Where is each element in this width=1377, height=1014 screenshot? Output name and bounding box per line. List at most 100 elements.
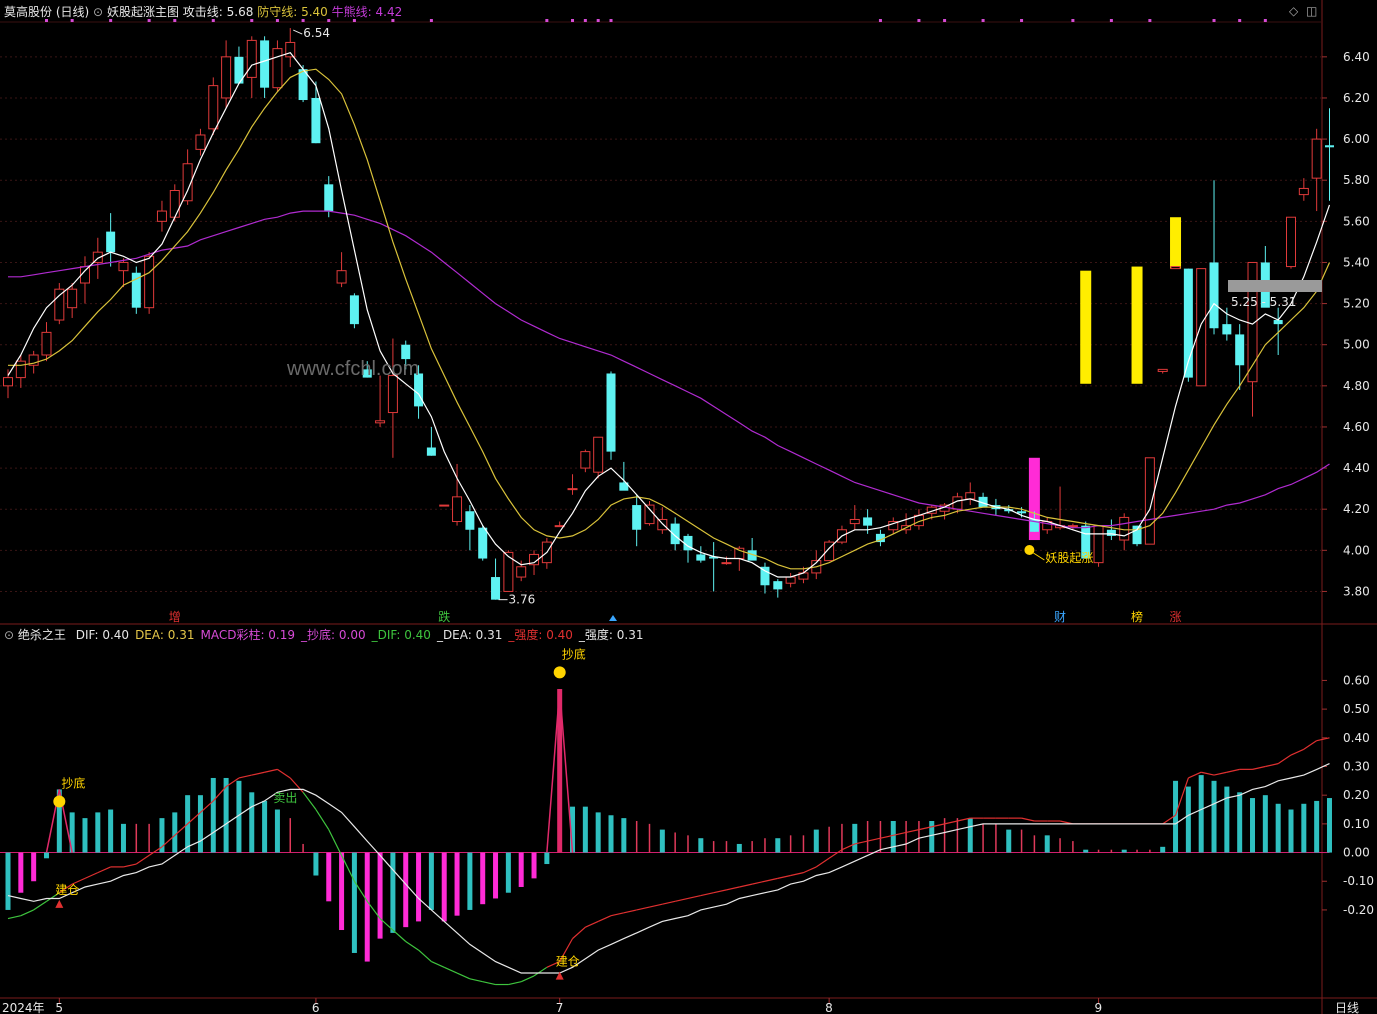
candle-body-86 (1106, 529, 1116, 536)
candle-10 (131, 266, 141, 314)
macd-label-1: 建仓 (55, 883, 79, 897)
low-label: 3.76 (509, 593, 536, 607)
macd-bar-15 (197, 795, 203, 853)
macd-bar-90 (1160, 846, 1166, 853)
candle-82 (1055, 486, 1066, 530)
event-marker-0: 增 (169, 610, 181, 624)
chart-canvas[interactable]: 6.40 6.20 6.00 5.80 5.60 5.40 5.20 5.00 4.80 4.60… (0, 0, 1377, 1014)
macd-y-tick-label-8: -0.20 (1343, 903, 1374, 917)
candle-38 (491, 558, 501, 600)
dif-segment-9 (123, 863, 137, 868)
macd-bar-56 (725, 841, 728, 853)
candle-body-83 (1067, 525, 1078, 528)
x-month-label-3: 8 (825, 1001, 833, 1014)
x-month-label-1: 6 (312, 1001, 320, 1014)
sub-toggle-icon[interactable]: ⊙ (4, 628, 14, 642)
sub-indicator-name[interactable]: 绝杀之王 (18, 628, 66, 642)
candle-12 (156, 200, 167, 232)
stock-name[interactable]: 莫高股份 (4, 5, 52, 19)
top-marker-dot-21 (981, 19, 985, 22)
candle-body-56 (721, 562, 732, 565)
macd-bar-29 (377, 852, 383, 939)
macd-bar-99 (1275, 803, 1281, 853)
candle-44 (567, 474, 578, 495)
candle-body-100 (1286, 216, 1296, 268)
window-icon[interactable]: ◫ (1306, 4, 1317, 18)
signal-label: 妖股起涨 (1045, 550, 1093, 565)
candle-body-12 (156, 210, 167, 222)
macd-bar-97 (1250, 798, 1256, 853)
sub-value-5: _DEA: 0.31 (436, 628, 503, 642)
dif-segment-53 (687, 895, 701, 900)
macd-y-tick-label-4: 0.20 (1343, 788, 1370, 802)
candle-body-17 (221, 56, 232, 99)
candle-29 (375, 375, 386, 427)
candle-body-46 (593, 436, 604, 473)
candle-58 (747, 537, 757, 561)
candle-body-85 (1093, 525, 1104, 564)
macd-bar-50 (648, 823, 651, 853)
ma10-line (8, 68, 1331, 570)
macd-bar-83 (1072, 841, 1074, 853)
dif-segment-41 (533, 966, 548, 977)
macd-bar-82 (1059, 838, 1061, 853)
dif-segment-44 (572, 926, 586, 940)
macd-y-tick-label-5: 0.10 (1343, 817, 1370, 831)
candle-55 (709, 542, 719, 592)
top-marker-dot-22 (1020, 19, 1024, 22)
macd-label-0: 抄底 (61, 775, 85, 790)
macd-bar-94 (1211, 780, 1217, 853)
dif-segment-34 (443, 966, 458, 974)
macd-bar-42 (544, 852, 550, 865)
sub-value-6: _强度: 0.40 (508, 628, 573, 642)
dif-segment-60 (777, 874, 791, 879)
macd-bar-66 (852, 823, 858, 853)
macd-bar-100 (1288, 809, 1294, 853)
macd-bar-30 (390, 852, 396, 933)
candle-body-36 (465, 511, 475, 530)
dea-line (7, 763, 1330, 974)
macd-bar-67 (866, 821, 869, 853)
x-axis-period-label: 日线 (1335, 1001, 1359, 1014)
dif-segment-25 (328, 829, 343, 856)
dif-segment-36 (469, 978, 483, 983)
candle-15 (195, 128, 206, 156)
dif-segment-33 (431, 961, 445, 968)
dif-segment-47 (610, 912, 624, 917)
resistance-zone-label: 5.25 - 5.31 (1231, 295, 1296, 309)
macd-bar-54 (698, 838, 704, 853)
macd-bar-88 (1136, 849, 1138, 853)
macd-bar-98 (1262, 795, 1268, 853)
candle-64 (824, 540, 835, 562)
candle-70 (901, 513, 912, 534)
top-marker-dot-17 (609, 19, 613, 22)
dif-segment-62 (803, 866, 817, 874)
candle-body-33 (426, 447, 436, 456)
diamond-icon[interactable]: ◇ (1289, 4, 1298, 18)
candle-body-51 (657, 518, 668, 531)
dif-segment-93 (1201, 771, 1215, 776)
macd-bar-24 (313, 852, 319, 876)
main-header: 莫高股份 (日线) ⊙ 妖股起涨主图 攻击线: 5.68 防守线: 5.40 牛… (4, 3, 402, 20)
top-marker-dot-24 (1109, 19, 1113, 22)
top-marker-dot-23 (1071, 19, 1075, 22)
main-y-tick-label-4: 5.60 (1343, 214, 1370, 228)
signal-block-2 (1131, 266, 1143, 384)
ma60-line (8, 210, 1330, 529)
indicator-name[interactable]: 妖股起涨主图 (107, 5, 179, 19)
macd-bar-8 (108, 809, 114, 853)
event-marker-4: 涨 (1170, 609, 1182, 624)
dif-segment-32 (418, 949, 432, 963)
candle-body-35 (452, 496, 463, 523)
candle-body-61 (785, 576, 796, 584)
macd-bar-69 (890, 821, 896, 853)
macd-bar-11 (148, 823, 150, 853)
main-y-tick-label-3: 5.80 (1343, 173, 1370, 187)
candle-93 (1196, 268, 1207, 387)
candle-26 (336, 252, 347, 288)
defense-label: 防守线: (257, 5, 298, 19)
macd-bar-46 (595, 812, 601, 853)
high-label: 6.54 (303, 26, 330, 40)
candle-102 (1311, 128, 1322, 212)
indicator-toggle-icon[interactable]: ⊙ (93, 5, 103, 19)
